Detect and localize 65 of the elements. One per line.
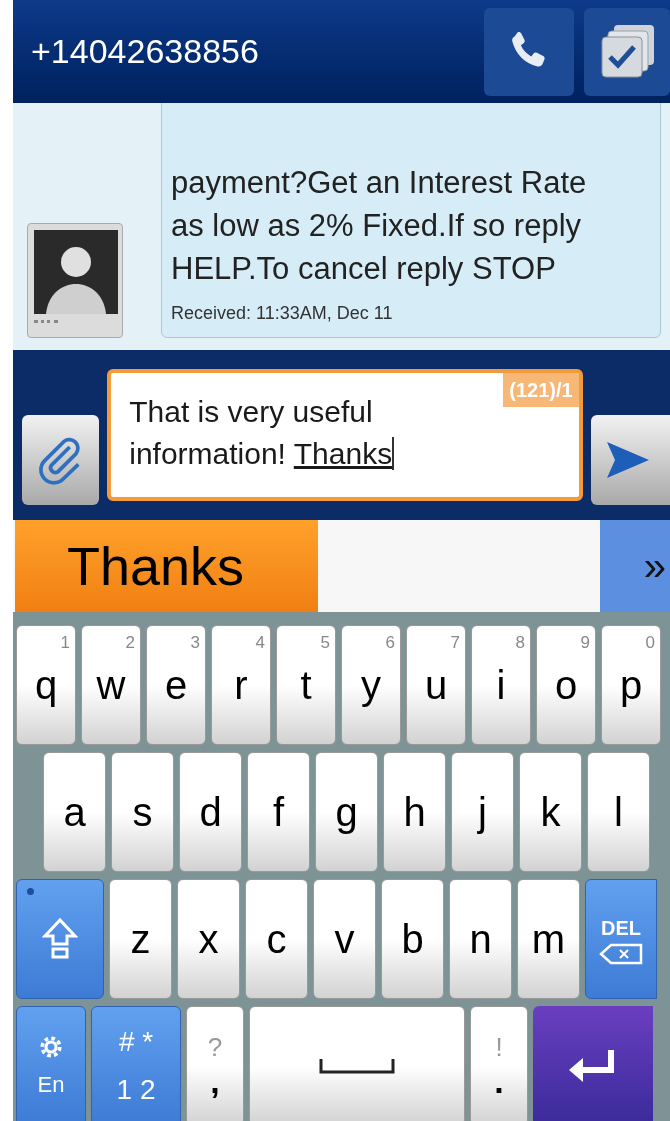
key-hint: ? — [207, 1034, 223, 1060]
space-icon — [319, 1057, 395, 1075]
shift-icon — [42, 917, 78, 961]
key-hint: 2 — [125, 634, 135, 651]
character-counter: (121)/1 — [503, 373, 579, 407]
enter-key[interactable] — [533, 1006, 653, 1121]
message-text: payment?Get an Interest Rate as low as 2% Fixed.If so reply HELP.To cancel reply STOP — [171, 164, 588, 288]
letter-key[interactable]: x — [177, 879, 240, 999]
timestamp: Received: 11:33AM, Dec 11 — [171, 302, 394, 325]
letter-key[interactable]: e 3 — [146, 625, 206, 745]
letter-key[interactable]: l — [587, 752, 650, 872]
letter-key[interactable]: v — [313, 879, 376, 999]
space-key[interactable] — [249, 1006, 465, 1121]
letter-key[interactable]: u 7 — [406, 625, 466, 745]
letter-key[interactable]: o 9 — [536, 625, 596, 745]
punctuation-key[interactable]: ? , — [186, 1006, 244, 1121]
letter-key[interactable]: d — [179, 752, 242, 872]
letter-key[interactable]: g — [315, 752, 378, 872]
input-text: That is very useful information! Thanks — [129, 394, 396, 472]
letter-key[interactable]: t 5 — [276, 625, 336, 745]
key-hint: 6 — [385, 634, 395, 651]
person-icon — [34, 230, 118, 314]
call-button[interactable] — [484, 7, 574, 96]
key-hint: 0 — [645, 634, 655, 651]
key-hint: ! — [495, 1034, 503, 1060]
letter-key[interactable]: s — [111, 752, 174, 872]
symbols-key[interactable]: # * 1 2 — [91, 1006, 181, 1121]
more-suggestions-button[interactable]: » — [600, 520, 670, 612]
letter-key[interactable]: r 4 — [211, 625, 271, 745]
key-hint: 8 — [515, 634, 525, 651]
letter-key[interactable]: p 0 — [601, 625, 661, 745]
settings-key[interactable]: En — [16, 1006, 86, 1121]
letter-key[interactable]: h — [383, 752, 446, 872]
letter-key[interactable]: z — [109, 879, 172, 999]
letter-key[interactable]: y 6 — [341, 625, 401, 745]
select-button[interactable] — [584, 7, 670, 96]
key-hint: 3 — [190, 634, 200, 651]
suggestion-word[interactable]: Thanks — [15, 520, 318, 612]
letter-key[interactable]: c — [245, 879, 308, 999]
shift-key[interactable] — [16, 879, 104, 999]
message-input[interactable]: That is very useful information! Thanks (121)/1 — [107, 369, 583, 501]
letter-key[interactable]: m — [517, 879, 580, 999]
letter-key[interactable]: j — [451, 752, 514, 872]
letter-key[interactable]: n — [449, 879, 512, 999]
key-hint: 7 — [450, 634, 460, 651]
letter-key[interactable]: k — [519, 752, 582, 872]
key-hint: 4 — [255, 634, 265, 651]
letter-key[interactable]: q 1 — [16, 625, 76, 745]
punctuation-key[interactable]: ! . — [470, 1006, 528, 1121]
send-button[interactable] — [590, 415, 670, 505]
letter-key[interactable]: i 8 — [471, 625, 531, 745]
key-label: . — [494, 1064, 504, 1098]
key-hint: 1 — [60, 634, 70, 651]
dots-icon — [34, 320, 58, 324]
contact-number: +14042638856 — [31, 31, 260, 72]
backspace-icon — [599, 943, 643, 965]
key-label: , — [210, 1064, 220, 1098]
letter-key[interactable]: f — [247, 752, 310, 872]
key-hint: 5 — [320, 634, 330, 651]
attach-button[interactable] — [22, 415, 100, 505]
key-hint: 9 — [580, 634, 590, 651]
letter-key[interactable]: a — [43, 752, 106, 872]
contact-avatar[interactable] — [27, 223, 123, 338]
letter-key[interactable]: w 2 — [81, 625, 141, 745]
letter-key[interactable]: b — [381, 879, 444, 999]
